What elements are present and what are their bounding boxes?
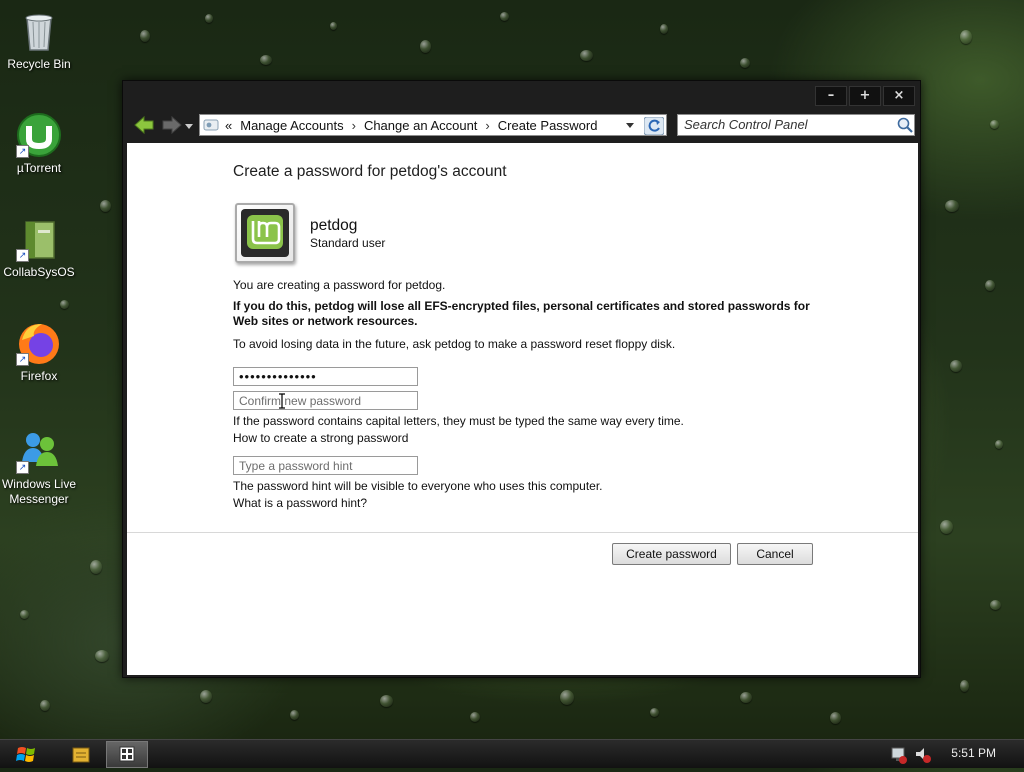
password-hint-field[interactable]	[233, 456, 418, 475]
firefox-icon: ↗	[16, 320, 62, 366]
new-password-field[interactable]: ••••••••••••••	[233, 367, 418, 386]
account-name: petdog	[310, 217, 358, 234]
cancel-button[interactable]: Cancel	[737, 543, 813, 565]
shortcut-arrow-icon: ↗	[16, 145, 29, 158]
content-pane: Create a password for petdog's account p…	[127, 143, 918, 675]
chevron-down-icon	[626, 123, 634, 128]
desktop-icon-collabsysos[interactable]: ↗ CollabSysOS	[0, 216, 78, 279]
divider	[127, 532, 918, 533]
breadcrumb-change-account[interactable]: Change an Account	[364, 118, 477, 133]
minimize-button[interactable]: –	[815, 86, 847, 106]
close-button[interactable]: ×	[883, 86, 915, 106]
desktop-icon-label: CollabSysOS	[3, 265, 75, 279]
desktop-icon-label: Windows Live Messenger	[1, 477, 77, 506]
confirm-password-field[interactable]	[233, 391, 418, 410]
hint-note: The password hint will be visible to eve…	[233, 479, 603, 493]
desktop-icon-label: Recycle Bin	[7, 57, 71, 71]
utorrent-icon: ↗	[16, 112, 62, 158]
desktop-icon-recycle-bin[interactable]: Recycle Bin	[0, 8, 78, 71]
password-hint-help-link[interactable]: What is a password hint?	[233, 496, 367, 510]
back-button[interactable]	[133, 115, 155, 135]
shortcut-arrow-icon: ↗	[16, 353, 29, 366]
account-type: Standard user	[310, 236, 386, 250]
control-panel-taskbar-icon	[119, 746, 135, 762]
warning-text: If you do this, petdog will lose all EFS…	[233, 299, 810, 328]
search-icon[interactable]	[896, 116, 914, 134]
collabsysos-icon: ↗	[16, 216, 62, 262]
refresh-button[interactable]	[643, 116, 665, 136]
messenger-icon: ↗	[16, 428, 62, 474]
forward-arrow-icon	[162, 115, 182, 135]
capitals-note: If the password contains capital letters…	[233, 414, 684, 428]
notepad-icon	[72, 747, 90, 763]
taskbar-notes-app[interactable]	[70, 741, 92, 768]
maximize-button[interactable]: +	[849, 86, 881, 106]
address-bar[interactable]: « Manage Accounts › Change an Account › …	[199, 114, 667, 136]
taskbar: 5:51 PM	[0, 739, 1024, 768]
linux-mint-logo-icon	[241, 209, 289, 257]
desktop-icon-label: µTorrent	[16, 161, 62, 175]
volume-muted-icon[interactable]	[914, 741, 932, 768]
refresh-icon	[643, 116, 665, 136]
back-arrow-icon	[134, 115, 154, 135]
page-title: Create a password for petdog's account	[233, 163, 507, 180]
shortcut-arrow-icon: ↗	[16, 249, 29, 262]
breadcrumb-separator[interactable]: ›	[485, 118, 489, 133]
advice-text: To avoid losing data in the future, ask …	[233, 337, 676, 351]
shortcut-arrow-icon: ↗	[16, 461, 29, 474]
breadcrumb-manage-accounts[interactable]: Manage Accounts	[240, 118, 343, 133]
start-button[interactable]	[12, 741, 42, 768]
desktop-icon-messenger[interactable]: ↗ Windows Live Messenger	[0, 428, 78, 507]
chevron-down-icon	[185, 124, 193, 129]
forward-button[interactable]	[161, 115, 183, 135]
search-input[interactable]: Search Control Panel	[677, 114, 915, 136]
breadcrumb-separator[interactable]: ›	[352, 118, 356, 133]
text-cursor-icon	[278, 393, 286, 409]
title-bar[interactable]: – + ×	[123, 81, 920, 109]
recent-pages-dropdown[interactable]	[183, 115, 195, 135]
info-text: You are creating a password for petdog.	[233, 278, 446, 292]
navigation-bar: « Manage Accounts › Change an Account › …	[123, 109, 920, 141]
windows-logo-icon	[16, 747, 35, 762]
strong-password-link[interactable]: How to create a strong password	[233, 431, 408, 445]
breadcrumb-create-password[interactable]: Create Password	[498, 118, 598, 133]
address-dropdown[interactable]	[624, 117, 636, 136]
recycle-bin-icon	[16, 8, 62, 54]
control-panel-icon	[203, 117, 221, 133]
create-password-button[interactable]: Create password	[612, 543, 731, 565]
desktop-icon-utorrent[interactable]: ↗ µTorrent	[0, 112, 78, 175]
taskbar-clock[interactable]: 5:51 PM	[951, 746, 996, 760]
network-tray-icon[interactable]	[890, 741, 908, 768]
taskbar-control-panel[interactable]	[106, 741, 148, 768]
desktop-icon-firefox[interactable]: ↗ Firefox	[0, 320, 78, 383]
desktop-icon-label: Firefox	[20, 369, 58, 383]
address-overflow-chevron[interactable]: «	[225, 118, 232, 133]
avatar	[235, 203, 295, 263]
control-panel-window: – + × « Manage Accounts › Change an Acco…	[122, 80, 921, 678]
